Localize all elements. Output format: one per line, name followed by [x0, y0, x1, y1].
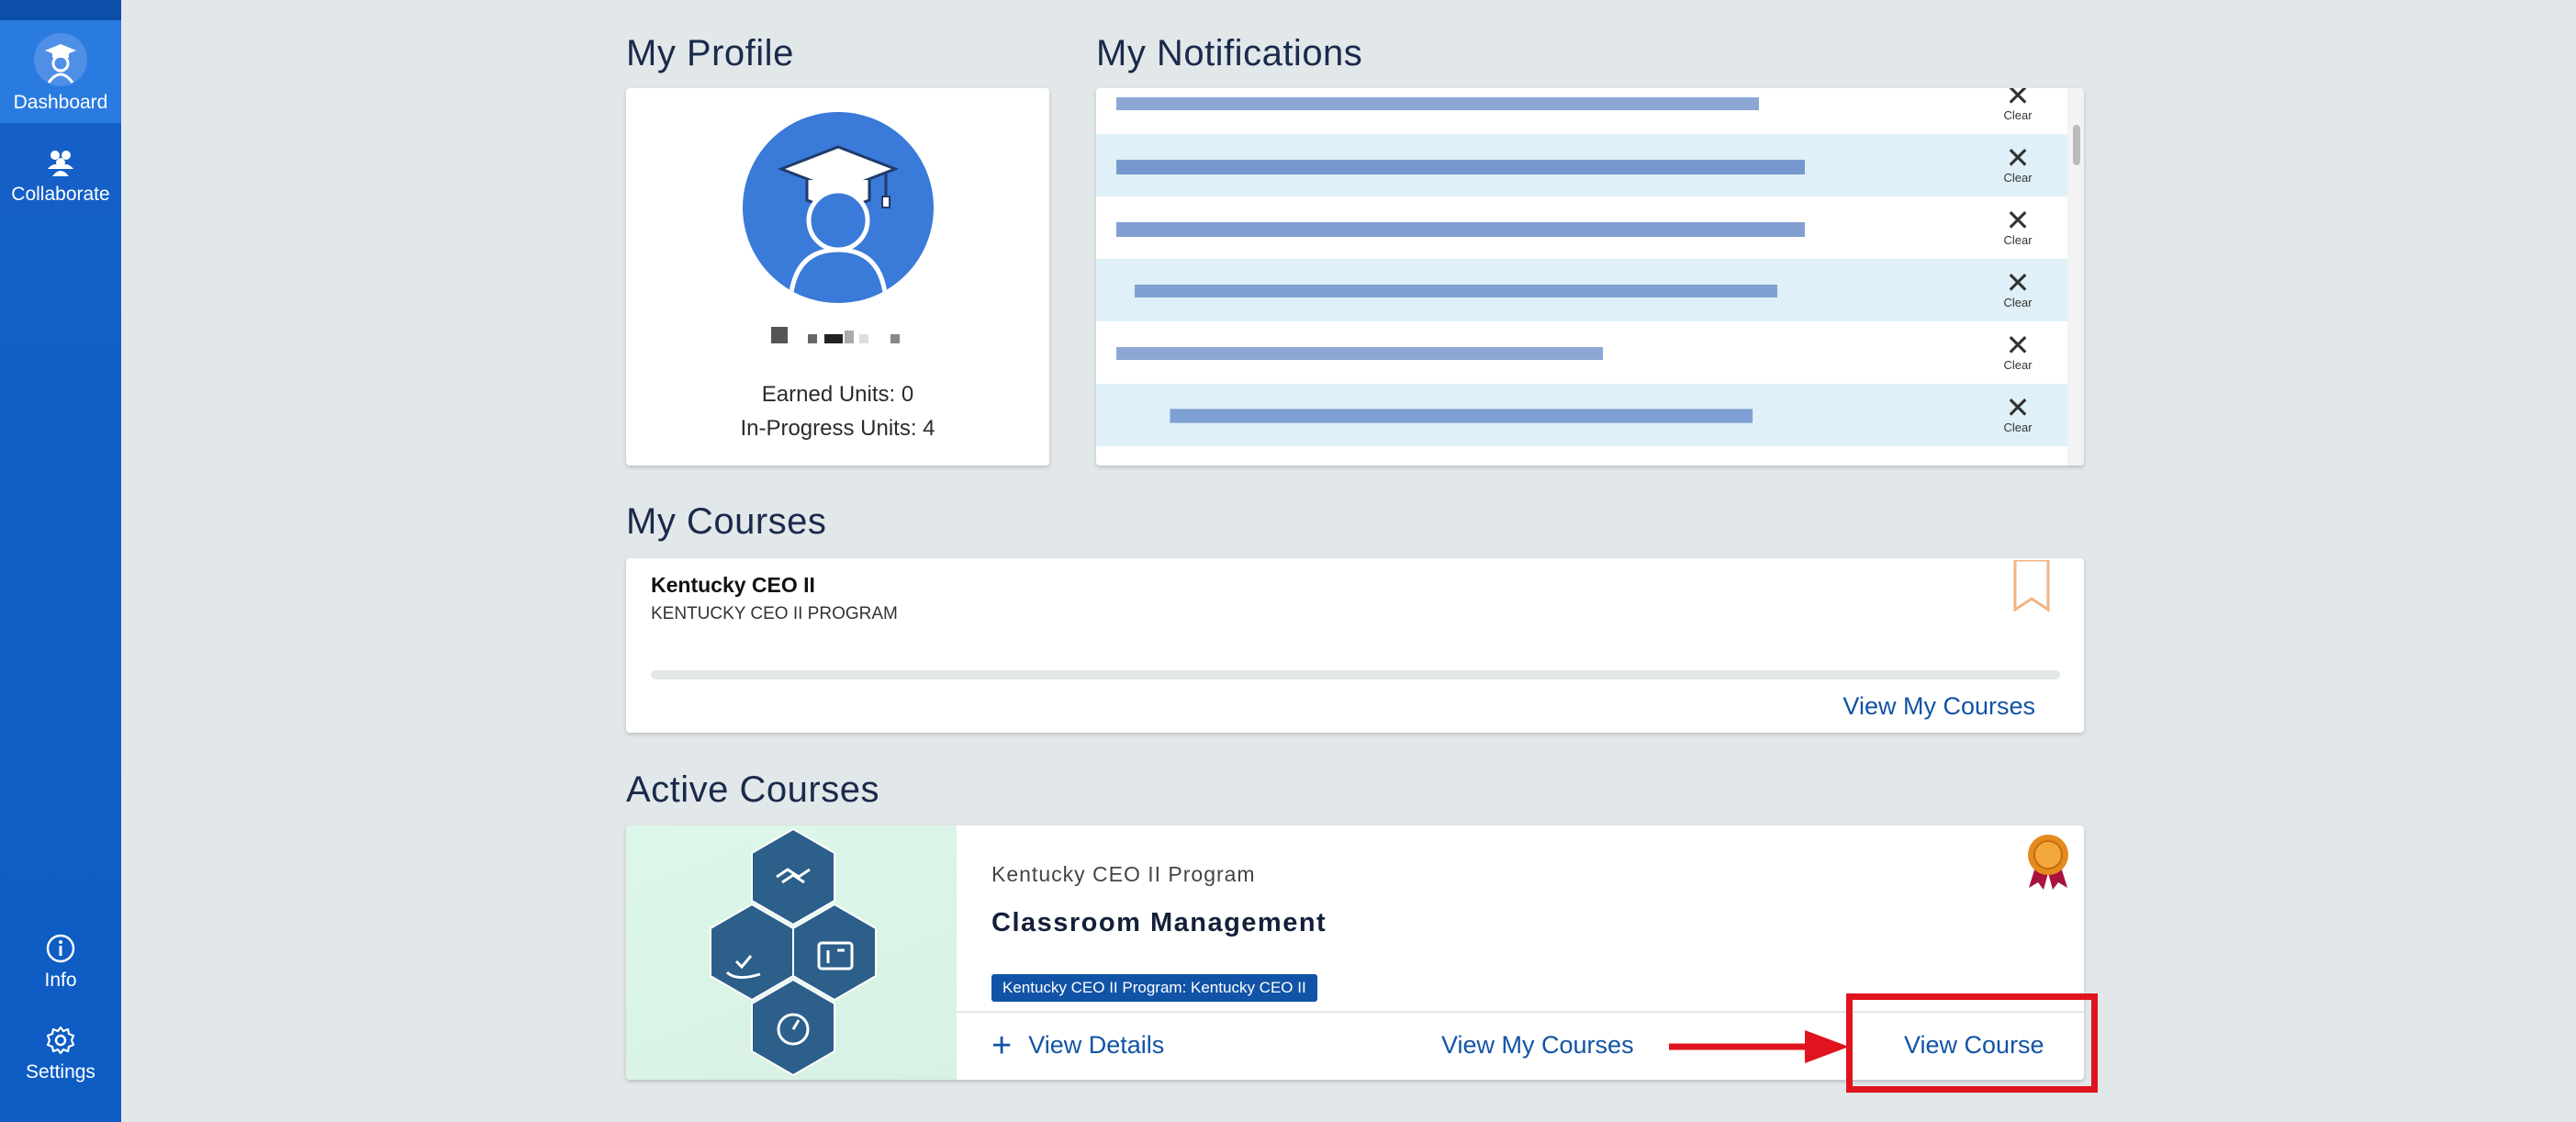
sidebar-item-collaborate[interactable]: Collaborate — [0, 147, 121, 220]
sidebar-item-label: Dashboard — [13, 92, 108, 113]
clear-label: Clear — [2003, 358, 2033, 372]
sidebar: Dashboard Collaborate Info Settings — [0, 0, 121, 1122]
course-progress-bar — [651, 670, 2060, 679]
scrollbar-thumb[interactable] — [2073, 125, 2080, 165]
notifications-scrollbar[interactable] — [2067, 88, 2084, 466]
section-title-profile: My Profile — [626, 33, 794, 73]
view-my-courses-button[interactable]: View My Courses — [1441, 1031, 1634, 1060]
clear-label: Clear — [2003, 108, 2033, 122]
clear-notification-button[interactable]: ✕ Clear — [1999, 140, 2036, 185]
clear-notification-button[interactable]: ✕ Clear — [1999, 265, 2036, 309]
redacted-notification-text — [1116, 347, 1603, 360]
plus-icon: + — [991, 1026, 1013, 1065]
redacted-notification-text — [1135, 285, 1777, 297]
redacted-username — [771, 327, 900, 343]
section-title-my-courses: My Courses — [626, 501, 827, 542]
graduate-icon — [34, 33, 87, 86]
hexagon-skills-icon — [710, 827, 877, 1077]
section-title-active-courses: Active Courses — [626, 769, 879, 810]
close-icon: ✕ — [2005, 88, 2031, 113]
sidebar-item-dashboard[interactable]: Dashboard — [0, 20, 121, 123]
redacted-notification-text — [1116, 160, 1805, 174]
clear-label: Clear — [2003, 233, 2033, 247]
bookmark-icon[interactable] — [2011, 560, 2052, 611]
section-title-notifications: My Notifications — [1096, 33, 1363, 73]
active-course-program: Kentucky CEO II Program — [991, 862, 1256, 886]
clear-notification-button[interactable]: ✕ Clear — [1999, 390, 2036, 434]
close-icon: ✕ — [2005, 328, 2031, 363]
in-progress-units: In-Progress Units: 4 — [740, 416, 935, 441]
earned-units: Earned Units: 0 — [761, 382, 914, 407]
award-ribbon-icon — [2028, 835, 2068, 890]
graduate-avatar-icon — [777, 145, 900, 302]
my-course-card[interactable]: Kentucky CEO II KENTUCKY CEO II PROGRAM … — [626, 558, 2084, 733]
clear-label: Clear — [2003, 296, 2033, 309]
people-icon — [48, 151, 73, 176]
sidebar-item-label: Info — [44, 970, 77, 991]
notification-item: ✕ Clear — [1096, 384, 2067, 446]
close-icon: ✕ — [2005, 265, 2031, 300]
notification-item: ✕ Clear — [1096, 88, 2067, 134]
notification-item: ✕ Clear — [1096, 321, 2067, 384]
avatar — [743, 112, 934, 303]
redacted-notification-text — [1116, 97, 1759, 110]
close-icon: ✕ — [2005, 390, 2031, 425]
sidebar-top-strip — [0, 0, 121, 20]
info-icon — [46, 934, 75, 963]
redacted-notification-text — [1116, 222, 1805, 237]
program-badge: Kentucky CEO II Program: Kentucky CEO II — [991, 974, 1317, 1002]
active-course-title: Classroom Management — [991, 908, 1327, 937]
sidebar-item-label: Settings — [26, 1061, 95, 1083]
view-details-button[interactable]: + View Details — [991, 1026, 1165, 1065]
sidebar-item-settings[interactable]: Settings — [0, 1025, 121, 1098]
clear-notification-button[interactable]: ✕ Clear — [1999, 88, 2036, 122]
notification-item: ✕ Clear — [1096, 196, 2067, 259]
clear-label: Clear — [2003, 421, 2033, 434]
annotation-arrow — [1669, 1030, 1849, 1063]
notification-item: ✕ Clear — [1096, 134, 2067, 196]
course-name: Kentucky CEO II — [651, 573, 815, 597]
course-program: KENTUCKY CEO II PROGRAM — [651, 604, 898, 623]
clear-label: Clear — [2003, 171, 2033, 185]
close-icon: ✕ — [2005, 140, 2031, 175]
notification-item: ✕ Clear — [1096, 259, 2067, 321]
clear-notification-button[interactable]: ✕ Clear — [1999, 203, 2036, 247]
view-details-label: View Details — [1028, 1031, 1165, 1059]
sidebar-item-label: Collaborate — [11, 184, 110, 205]
redacted-notification-text — [1170, 409, 1753, 423]
annotation-highlight-box — [1846, 993, 2098, 1093]
notifications-card: ✕ Clear ✕ Clear ✕ Clear ✕ Clear ✕ Clear … — [1096, 88, 2084, 466]
clear-notification-button[interactable]: ✕ Clear — [1999, 328, 2036, 372]
profile-card: Earned Units: 0 In-Progress Units: 4 — [626, 88, 1049, 466]
view-my-courses-link[interactable]: View My Courses — [1842, 692, 2035, 721]
course-thumbnail — [626, 825, 957, 1080]
gear-icon — [46, 1026, 75, 1055]
close-icon: ✕ — [2005, 203, 2031, 238]
sidebar-item-info[interactable]: Info — [0, 933, 121, 1006]
